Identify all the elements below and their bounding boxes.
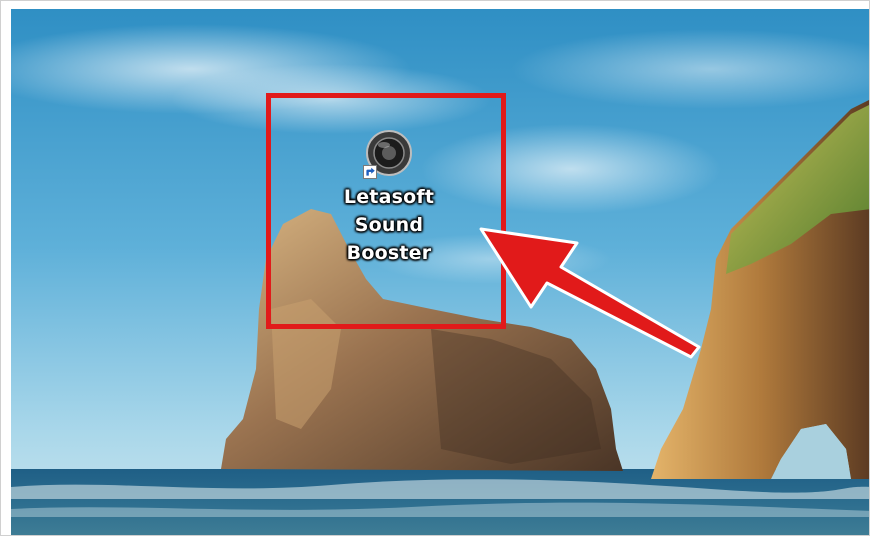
highlight-box [266, 93, 506, 329]
desktop[interactable]: Letasoft Sound Booster [11, 9, 869, 535]
screenshot-frame: Letasoft Sound Booster [0, 0, 870, 536]
